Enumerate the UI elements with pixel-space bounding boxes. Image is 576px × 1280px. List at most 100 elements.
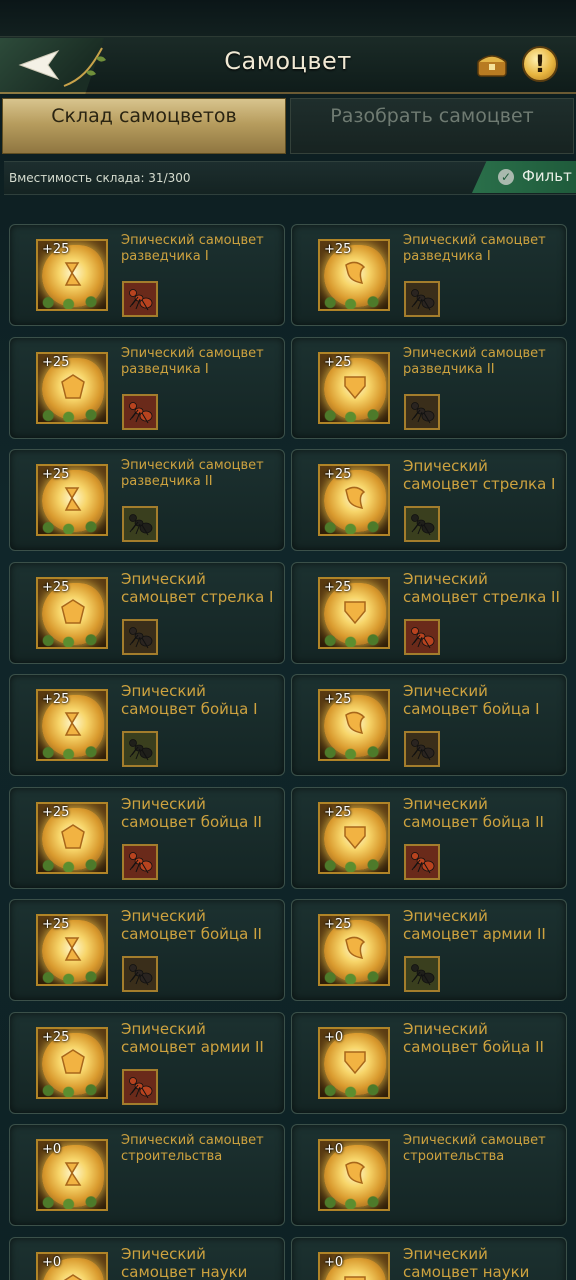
gem-level: +25: [324, 354, 352, 370]
info-button[interactable]: !: [522, 46, 558, 82]
gem-card[interactable]: +25 Эпический самоцвет бойца I: [9, 674, 285, 776]
ant-type-icon: [404, 843, 440, 880]
gem-icon: +0: [318, 1251, 390, 1280]
gem-name: Эпический самоцвет разведчика I: [121, 345, 264, 377]
gem-level: +25: [42, 467, 70, 482]
gem-card[interactable]: +25 Эпический самоцвет разведчика I: [291, 224, 567, 326]
gem-card[interactable]: +25 Эпический самоцвет армии II: [291, 899, 567, 1001]
ant-icon: [411, 289, 435, 311]
rune-icon: [61, 823, 85, 849]
ant-icon: [411, 514, 435, 536]
gem-level: +0: [42, 1142, 62, 1157]
treasure-chest-icon[interactable]: [475, 50, 509, 80]
rune-icon: [344, 600, 366, 624]
leaves-decoration: [38, 405, 106, 422]
gem-level: +25: [42, 804, 70, 820]
rune-icon: [61, 373, 85, 399]
leaves-decoration: [38, 968, 106, 984]
gem-icon: +25: [318, 576, 390, 649]
gem-icon: +25: [36, 239, 108, 311]
ant-icon: [129, 739, 153, 761]
gem-card[interactable]: +25 Эпический самоцвет бойца II: [291, 786, 567, 889]
gem-card[interactable]: +25 Эпический самоцвет разведчика I: [9, 224, 285, 326]
gem-level: +25: [42, 917, 70, 932]
gem-level: +25: [42, 579, 70, 595]
exclamation-icon: !: [534, 50, 546, 78]
gem-level: +25: [42, 354, 70, 370]
leaves-decoration: [320, 1193, 388, 1209]
gem-icon: +25: [36, 689, 108, 761]
gem-icon: +25: [318, 464, 390, 536]
ant-icon: [411, 964, 435, 986]
leaves-decoration: [38, 293, 106, 309]
gem-card[interactable]: +25 Эпический самоцвет бойца I: [291, 674, 567, 776]
gem-level: +25: [42, 242, 70, 257]
gem-name: Эпический самоцвет бойца II: [121, 794, 262, 831]
rune-icon: [64, 1162, 82, 1186]
filter-label: Фильт: [522, 167, 572, 185]
gem-name: Эпический самоцвет разведчика II: [403, 345, 546, 377]
ant-type-icon: [122, 393, 158, 430]
gem-level: +25: [324, 579, 352, 595]
ant-type-icon: [122, 506, 158, 542]
gem-icon: +25: [36, 351, 108, 424]
gem-name: Эпический самоцвет разведчика I: [121, 233, 264, 264]
leaves-decoration: [38, 743, 106, 759]
ant-icon: [411, 626, 435, 648]
rune-icon: [62, 1273, 84, 1280]
tab-gem-storage[interactable]: Склад самоцветов: [2, 98, 286, 154]
rune-icon: [344, 1275, 366, 1280]
ant-icon: [129, 964, 153, 986]
rune-icon: [61, 598, 85, 624]
leaves-decoration: [320, 518, 388, 534]
rune-icon: [64, 937, 82, 961]
gem-card[interactable]: +25 Эпический самоцвет стрелка I: [291, 449, 567, 551]
filter-button[interactable]: ✓ Фильт: [472, 161, 576, 193]
gem-card[interactable]: +0 Эпический самоцвет науки: [9, 1236, 285, 1280]
storage-capacity-text: Вместимость склада: 31/300: [9, 171, 191, 185]
gem-name: Эпический самоцвет армии II: [121, 1019, 264, 1056]
gem-card[interactable]: +25 Эпический самоцвет бойца II: [9, 899, 285, 1001]
gem-card[interactable]: +0 Эпический самоцвет строительства: [291, 1124, 567, 1226]
gem-card[interactable]: +25 Эпический самоцвет разведчика II: [291, 336, 567, 439]
gem-name: Эпический самоцвет бойца I: [121, 682, 258, 718]
gem-level: +25: [42, 1029, 70, 1045]
rune-icon: [344, 375, 366, 399]
gem-card[interactable]: +0 Эпический самоцвет строительства: [9, 1124, 285, 1226]
leaves-decoration: [38, 855, 106, 872]
gem-card[interactable]: +25 Эпический самоцвет бойца II: [9, 786, 285, 889]
gem-name: Эпический самоцвет бойца II: [121, 907, 262, 943]
leaves-decoration: [320, 743, 388, 759]
gem-name: Эпический самоцвет стрелка II: [403, 569, 560, 606]
check-circle-icon: ✓: [498, 169, 514, 185]
gem-icon: +25: [36, 576, 108, 649]
rune-icon: [345, 936, 366, 959]
gem-card[interactable]: +25 Эпический самоцвет стрелка II: [291, 561, 567, 664]
gem-card[interactable]: +0 Эпический самоцвет науки: [291, 1236, 567, 1280]
rune-icon: [345, 1161, 366, 1184]
gem-card[interactable]: +25 Эпический самоцвет разведчика II: [9, 449, 285, 551]
leaves-decoration: [38, 630, 106, 647]
ant-type-icon: [122, 618, 158, 655]
gem-name: Эпический самоцвет науки: [403, 1244, 530, 1280]
ant-icon: [129, 626, 153, 648]
gem-icon: +0: [318, 1139, 390, 1211]
gem-card[interactable]: +25 Эпический самоцвет армии II: [9, 1011, 285, 1114]
ant-type-icon: [122, 843, 158, 880]
rune-icon: [345, 261, 366, 284]
gem-level: +0: [42, 1254, 62, 1270]
tab-bar: Склад самоцветов Разобрать самоцвет: [0, 98, 576, 154]
ant-type-icon: [122, 731, 158, 767]
gem-card[interactable]: +25 Эпический самоцвет разведчика I: [9, 336, 285, 439]
gem-name: Эпический самоцвет стрелка I: [403, 457, 556, 493]
leaves-decoration: [320, 630, 388, 647]
ant-icon: [129, 851, 153, 873]
gem-name: Эпический самоцвет бойца II: [403, 794, 544, 831]
ant-icon: [129, 401, 153, 423]
gem-icon: +25: [318, 914, 390, 986]
gem-card[interactable]: +0 Эпический самоцвет бойца II: [291, 1011, 567, 1114]
gem-level: +0: [324, 1142, 344, 1157]
tab-disassemble-gem[interactable]: Разобрать самоцвет: [290, 98, 574, 154]
gem-card[interactable]: +25 Эпический самоцвет стрелка I: [9, 561, 285, 664]
leaves-decoration: [320, 1080, 388, 1097]
